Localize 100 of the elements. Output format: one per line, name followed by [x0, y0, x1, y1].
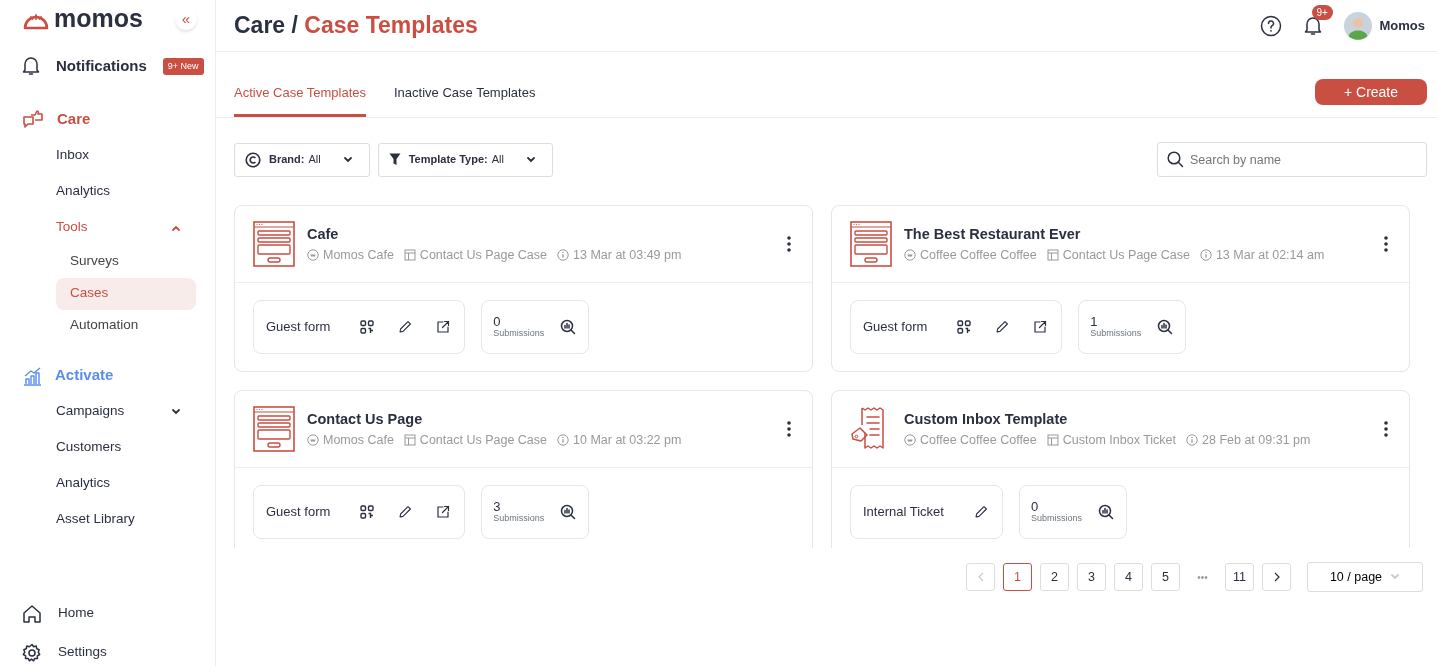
template-title[interactable]: Custom Inbox Template — [904, 408, 1383, 431]
collapse-button[interactable]: « — [175, 7, 197, 30]
analytics-search-icon[interactable] — [1157, 319, 1174, 335]
analytics-search-icon[interactable] — [560, 504, 577, 520]
page-size-select[interactable]: 10 / page — [1307, 562, 1423, 592]
created-date: 13 Mar at 03:49 pm — [573, 246, 682, 264]
pencil-icon[interactable] — [398, 505, 413, 519]
more-options-icon[interactable] — [786, 420, 792, 438]
sidebar-item[interactable]: Campaigns — [22, 393, 197, 430]
notifications-link[interactable]: Notifications — [56, 55, 147, 78]
info-icon — [557, 248, 569, 261]
filter-dropdown[interactable]: Brand: All — [234, 142, 370, 177]
layout-icon — [403, 248, 416, 261]
page-button[interactable]: 3 — [1077, 563, 1106, 591]
create-button[interactable]: + Create — [1315, 79, 1427, 105]
sidebar-subitem[interactable]: Cases — [56, 277, 196, 310]
avatar[interactable] — [1343, 11, 1372, 40]
page-button[interactable]: 4 — [1114, 563, 1143, 591]
qr-code-icon[interactable] — [957, 320, 972, 334]
sidebar-subitem[interactable]: Automation — [56, 309, 196, 342]
submissions-label: Submissions — [1090, 329, 1142, 339]
store-icon — [904, 433, 916, 446]
info-icon — [1186, 433, 1198, 446]
copyright-icon — [245, 151, 261, 168]
chevron-right-icon — [1272, 572, 1281, 583]
submissions-label: Submissions — [493, 514, 545, 524]
page-button[interactable]: 5 — [1151, 563, 1180, 591]
sidebar-link[interactable]: Settings — [58, 642, 107, 663]
submission-count: 1 — [1090, 315, 1098, 330]
page-button[interactable]: 1 — [1003, 563, 1032, 591]
qr-code-icon[interactable] — [360, 320, 375, 334]
pencil-icon[interactable] — [995, 320, 1010, 334]
notifications-icon — [22, 56, 40, 77]
store-icon — [307, 248, 319, 261]
info-icon — [557, 433, 569, 446]
store-icon — [307, 433, 319, 446]
sidebar-item[interactable]: Customers — [22, 429, 197, 466]
store-icon — [904, 248, 916, 261]
template-type: Contact Us Page Case — [419, 431, 547, 449]
chevron-left-icon — [976, 572, 985, 583]
page-button[interactable]: 2 — [1040, 563, 1069, 591]
form-name: Guest form — [266, 318, 331, 337]
form-name: Internal Ticket — [863, 503, 944, 522]
analytics-search-icon[interactable] — [560, 319, 577, 335]
more-options-icon[interactable] — [1383, 235, 1389, 253]
sidebar-subitem[interactable]: Surveys — [56, 245, 196, 278]
search-field[interactable]: Search by name — [1157, 142, 1427, 177]
submission-count: 0 — [493, 315, 501, 330]
template-title[interactable]: The Best Restaurant Ever — [904, 223, 1383, 246]
notifications-icon[interactable] — [1303, 15, 1322, 36]
info-icon — [1199, 248, 1212, 261]
user-name[interactable]: Momos — [1379, 15, 1425, 36]
sidebar-item[interactable]: Analytics — [22, 173, 197, 210]
external-link-icon[interactable] — [1033, 320, 1048, 334]
help-icon[interactable] — [1259, 14, 1282, 37]
chat-thumb-icon — [22, 108, 44, 131]
submission-count: 3 — [493, 500, 501, 515]
chevron-down-icon — [1390, 573, 1401, 581]
external-link-icon[interactable] — [436, 320, 451, 334]
sidebar-item[interactable]: Tools — [22, 209, 197, 246]
template-title[interactable]: Cafe — [307, 223, 786, 246]
filter-icon — [388, 153, 401, 166]
logo-text: momos — [54, 6, 143, 31]
qr-code-icon[interactable] — [360, 505, 375, 519]
page-button[interactable]: 11 — [1225, 563, 1254, 591]
analytics-search-icon[interactable] — [1097, 504, 1114, 520]
tab[interactable]: Active Case Templates — [234, 82, 366, 117]
pencil-icon[interactable] — [398, 320, 413, 334]
layout-icon — [403, 433, 416, 446]
settings-icon — [22, 642, 42, 663]
web-form-icon — [850, 221, 892, 267]
form-name: Guest form — [266, 503, 331, 522]
sidebar-link[interactable]: Home — [58, 603, 94, 624]
external-link-icon[interactable] — [436, 505, 451, 519]
tab[interactable]: Inactive Case Templates — [394, 82, 536, 117]
template-title[interactable]: Contact Us Page — [307, 408, 786, 431]
sidebar-item[interactable]: Analytics — [22, 465, 197, 502]
template-type: Contact Us Page Case — [1062, 246, 1190, 264]
submissions-label: Submissions — [1030, 514, 1082, 524]
created-date: 10 Mar at 03:22 pm — [573, 431, 682, 449]
filter-dropdown[interactable]: Template Type: All — [377, 142, 553, 177]
submissions-label: Submissions — [493, 329, 545, 339]
chevron-down-icon — [526, 155, 536, 164]
more-options-icon[interactable] — [1383, 420, 1389, 438]
new-badge: 9+ New — [162, 57, 204, 75]
template-type: Contact Us Page Case — [419, 246, 547, 264]
layout-icon — [1046, 248, 1059, 261]
sidebar-item[interactable]: Asset Library — [22, 501, 197, 538]
web-form-icon — [253, 221, 295, 267]
brand-name: Momos Cafe — [323, 431, 394, 449]
sidebar-item[interactable]: Inbox — [22, 137, 197, 174]
more-options-icon[interactable] — [786, 235, 792, 253]
sidebar-section[interactable]: Care — [57, 108, 91, 131]
submission-count: 0 — [1030, 500, 1039, 515]
page-title: Care / Case Templates — [234, 11, 478, 41]
pencil-icon[interactable] — [973, 505, 988, 519]
brand-name: Coffee Coffee Coffee — [920, 431, 1037, 449]
notification-badge: 9+ — [1311, 5, 1333, 21]
chevron-down-icon — [342, 155, 353, 164]
template-type: Custom Inbox Ticket — [1062, 431, 1176, 449]
